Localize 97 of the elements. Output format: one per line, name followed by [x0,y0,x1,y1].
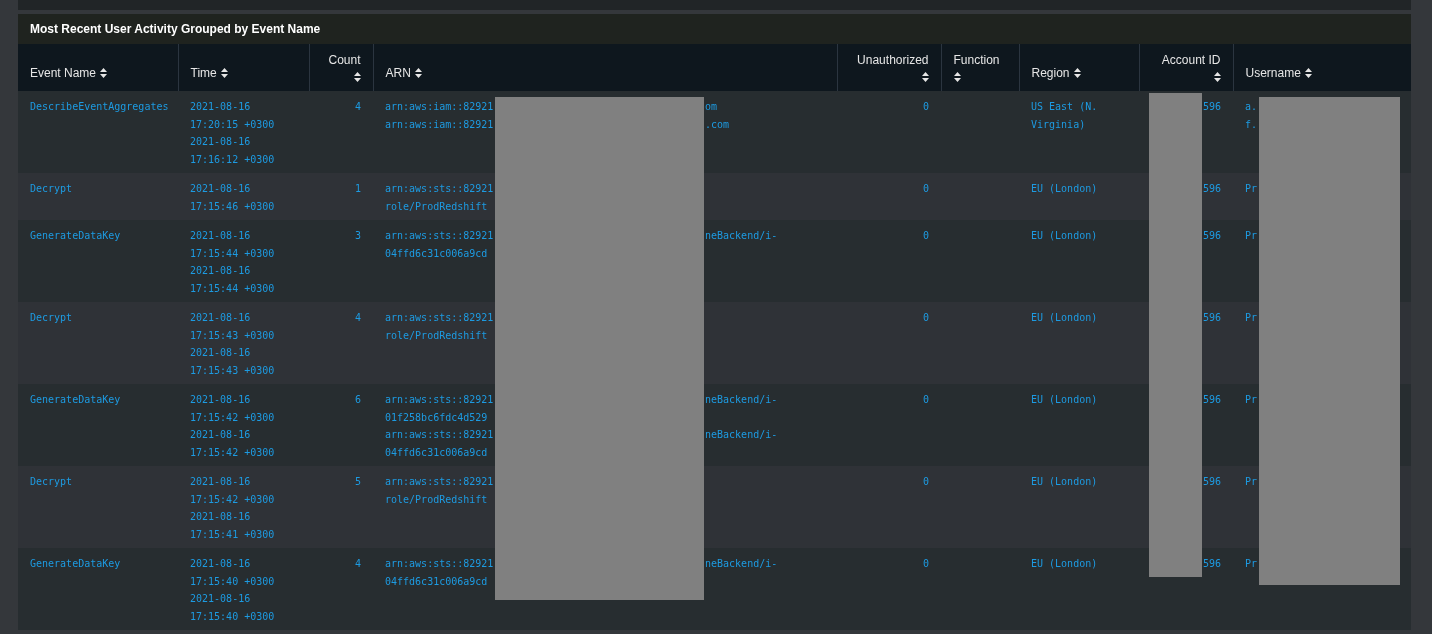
count-text: 1 [354,182,361,196]
arn-text: neBackend/i- [705,393,778,407]
account-id: 596 [1202,182,1221,196]
time-text: 2021-08-16 17:15:42 +0300 [190,475,276,507]
region-text: EU (London) [1031,475,1099,489]
username-text: Pr [1245,182,1258,196]
count-text: 4 [354,100,361,114]
column-header[interactable]: Time [190,64,217,82]
sort-icon[interactable] [220,68,228,78]
time-text: 2021-08-16 17:15:42 +0300 [190,393,276,425]
time-text: 2021-08-16 17:15:44 +0300 [190,264,276,296]
column-header[interactable]: Account ID [1161,51,1221,69]
sort-icon[interactable] [414,68,422,78]
sort-icon[interactable] [353,72,361,82]
username-text: Pr [1245,229,1258,243]
time-text: 2021-08-16 17:15:43 +0300 [190,311,276,343]
arn-text: 04ffd6c31c006a9cd [385,445,488,460]
unauthorized-count: 0 [922,100,929,114]
column-header[interactable]: Function [953,51,1000,69]
event-link[interactable]: GenerateDataKey [30,227,121,245]
time-text: 2021-08-16 17:15:46 +0300 [190,182,276,214]
event-link[interactable]: Decrypt [30,309,73,327]
count-text: 6 [354,393,361,407]
sort-icon[interactable] [921,72,929,82]
unauthorized-count: 0 [922,229,929,243]
time-text: 2021-08-16 17:16:12 +0300 [190,135,276,167]
region-text: EU (London) [1031,182,1099,196]
region-text: EU (London) [1031,557,1099,571]
count-text: 5 [354,475,361,489]
column-header[interactable]: Count [328,51,361,69]
unauthorized-count: 0 [922,311,929,325]
time-text: 2021-08-16 17:15:43 +0300 [190,346,276,378]
arn-text: arn:aws:sts::82921 [385,428,494,442]
count-text: 3 [354,229,361,243]
account-id: 596 [1202,100,1221,114]
column-header[interactable]: Username [1245,64,1301,82]
arn-text: arn:aws:sts::82921 [385,311,494,325]
time-text: 2021-08-16 17:15:40 +0300 [190,592,276,624]
arn-text: arn:aws:sts::82921 [385,557,494,571]
username-text: a. [1245,100,1258,114]
sort-icon[interactable] [953,72,961,82]
column-header[interactable]: ARN [385,64,411,82]
time-text: 2021-08-16 17:15:41 +0300 [190,510,276,542]
arn-text: arn:aws:sts::82921 [385,475,494,489]
arn-text: arn:aws:sts::82921 [385,393,494,407]
unauthorized-count: 0 [922,557,929,571]
username-text: Pr [1245,393,1258,407]
username-text: f. [1245,117,1258,132]
region-text: EU (London) [1031,393,1099,407]
sort-icon[interactable] [1304,68,1312,78]
column-header[interactable]: Unauthorized [857,51,929,69]
arn-text: arn:aws:sts::82921 [385,229,494,243]
time-text: 2021-08-16 17:15:44 +0300 [190,229,276,261]
arn-text: om [705,100,718,114]
time-text: 2021-08-16 17:20:15 +0300 [190,100,276,132]
region-text: EU (London) [1031,229,1099,243]
event-link[interactable]: GenerateDataKey [30,555,121,573]
arn-text: role/ProdRedshift [385,492,488,507]
count-text: 4 [354,557,361,571]
arn-text: neBackend/i- [705,557,778,571]
arn-text: 04ffd6c31c006a9cd [385,574,488,589]
count-text: 4 [354,311,361,325]
arn-text: neBackend/i- [705,229,778,243]
event-link[interactable]: DescribeEventAggregates [30,98,169,116]
event-link[interactable]: Decrypt [30,180,73,198]
unauthorized-count: 0 [922,393,929,407]
unauthorized-count: 0 [922,182,929,196]
username-text: Pr [1245,557,1258,571]
sort-icon[interactable] [1073,68,1081,78]
panel-title: Most Recent User Activity Grouped by Event Name [30,21,321,38]
account-id: 596 [1202,393,1221,407]
arn-text: arn:aws:iam::82921 [385,117,494,132]
sort-icon[interactable] [1213,72,1221,82]
event-link[interactable]: Decrypt [30,473,73,491]
account-id: 596 [1202,475,1221,489]
arn-text: neBackend/i- [705,428,778,442]
username-text: Pr [1245,475,1258,489]
region-text: US East (N. Virginia) [1031,100,1099,132]
column-header[interactable]: Region [1031,64,1070,82]
event-link[interactable]: GenerateDataKey [30,391,121,409]
arn-text: arn:aws:iam::82921 [385,100,494,114]
time-text: 2021-08-16 17:15:42 +0300 [190,428,276,460]
arn-text: 04ffd6c31c006a9cd [385,246,488,261]
unauthorized-count: 0 [922,475,929,489]
arn-text: .com [705,117,730,132]
sort-icon[interactable] [100,68,108,78]
arn-text: role/ProdRedshift [385,199,488,214]
arn-text: 01f258bc6fdc4d529 [385,410,488,425]
arn-text: role/ProdRedshift [385,328,488,343]
account-id: 596 [1202,311,1221,325]
time-text: 2021-08-16 17:15:40 +0300 [190,557,276,589]
account-id: 596 [1202,229,1221,243]
account-id: 596 [1202,557,1221,571]
arn-text: arn:aws:sts::82921 [385,182,494,196]
column-header[interactable]: Event Name [30,64,97,82]
username-text: Pr [1245,311,1258,325]
region-text: EU (London) [1031,311,1099,325]
